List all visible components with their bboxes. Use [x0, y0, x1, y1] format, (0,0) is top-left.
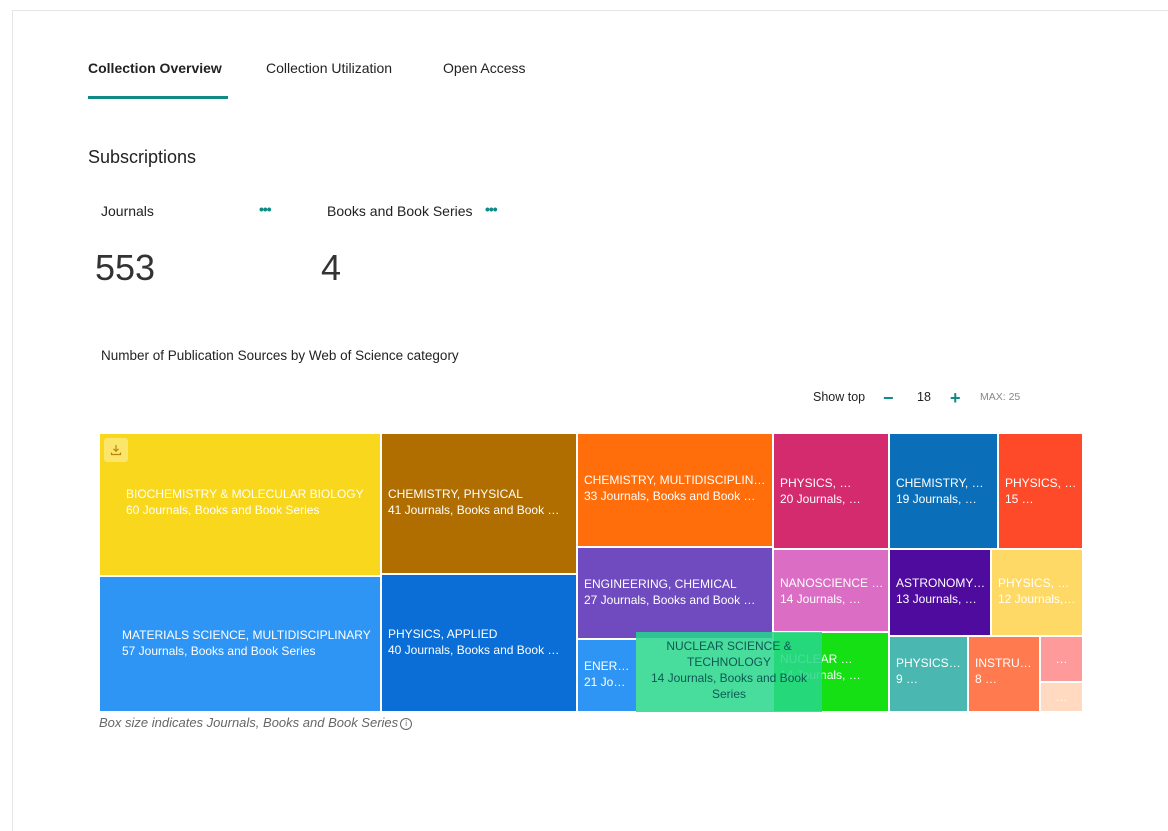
tile-count: 20 Journals, …	[780, 492, 861, 506]
active-tab-indicator	[88, 96, 228, 99]
treemap-tile[interactable]: PHYSICS, … 15 …	[998, 433, 1083, 549]
tile-count: 15 …	[1005, 492, 1034, 506]
treemap-tile[interactable]: ENERGY & FUELS 21 Journals, Books and Boo…	[577, 639, 637, 712]
tooltip-line: 14 Journals, Books and Book	[650, 671, 808, 685]
tile-count: 13 Journals, …	[896, 592, 977, 606]
books-label: Books and Book Series	[327, 203, 473, 219]
tile-name: PHYSICS, …	[998, 576, 1070, 590]
tile-count: 9 …	[896, 672, 919, 686]
books-count: 4	[321, 247, 342, 288]
tile-name: …	[1055, 652, 1068, 666]
tooltip-line: TECHNOLOGY	[686, 655, 771, 669]
tile-name: …	[1055, 690, 1068, 704]
treemap-tile[interactable]: CHEMISTRY, MULTIDISCIPLINARY 33 Journals,…	[577, 433, 773, 547]
subscriptions-title: Subscriptions	[88, 147, 197, 167]
info-icon[interactable]: i	[400, 718, 413, 730]
tab-collection-overview[interactable]: Collection Overview	[88, 59, 222, 77]
tile-name: PHYSICS,…	[896, 656, 963, 670]
treemap-tile[interactable]: PHYSICS,… 9 …	[889, 636, 968, 712]
treemap-tile[interactable]: BIOCHEMISTRY & MOLECULAR BIOLOGY 60 Journ…	[99, 433, 381, 576]
tab-open-access[interactable]: Open Access	[443, 59, 526, 77]
tile-name: CHEMISTRY, …	[896, 476, 984, 490]
dashboard-card: Collection Overview Collection Utilizati…	[12, 10, 1168, 831]
tile-name: ASTRONOMY …	[896, 576, 986, 590]
tile-name: PHYSICS, APPLIED	[388, 627, 498, 641]
journals-count: 553	[95, 247, 156, 288]
tile-name: NANOSCIENCE …	[780, 576, 884, 590]
tile-count: 14 Journals, …	[780, 592, 861, 606]
caption-text: Box size indicates Journals, Books and B…	[99, 715, 399, 730]
show-top-value: 18	[917, 390, 931, 404]
decrement-button[interactable]: −	[883, 389, 894, 407]
tile-count: 41 Journals, Books and Book …	[388, 503, 560, 517]
treemap-tile[interactable]: INSTRUM… 8 …	[968, 636, 1040, 712]
treemap-tile[interactable]: PHYSICS, APPLIED 40 Journals, Books and B…	[381, 574, 577, 712]
treemap-tile[interactable]: …	[1040, 636, 1083, 682]
treemap-tile[interactable]: MATERIALS SCIENCE, MULTIDISCIPLINARY 57 J…	[99, 576, 381, 712]
tile-count: 57 Journals, Books and Book Series	[122, 644, 316, 658]
journals-label: Journals	[101, 203, 154, 219]
tile-name: ENGINEERING, CHEMICAL	[584, 577, 737, 591]
chart-caption: Box size indicates Journals, Books and B…	[99, 715, 413, 730]
tile-count: 40 Journals, Books and Book …	[388, 643, 560, 657]
tile-name: INSTRUM…	[975, 656, 1035, 670]
chart-title: Number of Publication Sources by Web of …	[101, 348, 459, 363]
tile-name: ENERGY & FUELS	[584, 659, 632, 673]
treemap-tile[interactable]: PHYSICS, … 20 Journals, …	[773, 433, 889, 549]
treemap-tile[interactable]: CHEMISTRY, … 19 Journals, …	[889, 433, 998, 549]
tab-collection-utilization[interactable]: Collection Utilization	[266, 59, 392, 77]
download-icon[interactable]	[104, 438, 128, 462]
tooltip-line: NUCLEAR SCIENCE &	[666, 639, 792, 653]
tile-count: 8 …	[975, 672, 998, 686]
tile-name: MATERIALS SCIENCE, MULTIDISCIPLINARY	[122, 628, 371, 642]
tile-name: BIOCHEMISTRY & MOLECULAR BIOLOGY	[126, 487, 364, 501]
treemap-tile[interactable]: ENGINEERING, CHEMICAL 27 Journals, Books …	[577, 547, 773, 639]
tooltip-line: Series	[711, 687, 746, 701]
tile-name: PHYSICS, …	[780, 476, 852, 490]
tile-name: CHEMISTRY, MULTIDISCIPLINARY	[584, 473, 768, 487]
more-dots-icon[interactable]: •••	[259, 202, 272, 216]
treemap-chart: BIOCHEMISTRY & MOLECULAR BIOLOGY 60 Journ…	[99, 433, 1083, 712]
max-label: MAX: 25	[980, 391, 1021, 403]
more-dots-icon[interactable]: •••	[485, 202, 498, 216]
treemap-tile[interactable]: ASTRONOMY … 13 Journals, …	[889, 549, 991, 636]
hover-tooltip: NUCLEAR SCIENCE & TECHNOLOGY 14 Journals, …	[636, 632, 822, 712]
increment-button[interactable]: +	[950, 389, 961, 407]
tile-count: 33 Journals, Books and Book …	[584, 489, 756, 503]
treemap-tile[interactable]: NANOSCIENCE … 14 Journals, …	[773, 549, 889, 632]
tile-count: 21 Journals, Books and Book Series	[584, 675, 632, 689]
tile-count: 60 Journals, Books and Book Series	[126, 503, 320, 517]
treemap-tile[interactable]: …	[1040, 682, 1083, 712]
treemap-tile[interactable]: CHEMISTRY, PHYSICAL 41 Journals, Books an…	[381, 433, 577, 574]
show-top-label: Show top	[813, 390, 866, 404]
tile-count: 12 Journals,…	[998, 592, 1076, 606]
treemap-tile[interactable]: PHYSICS, … 12 Journals,…	[991, 549, 1083, 636]
tile-name: CHEMISTRY, PHYSICAL	[388, 487, 523, 501]
tile-count: 27 Journals, Books and Book …	[584, 593, 756, 607]
tile-count: 19 Journals, …	[896, 492, 977, 506]
tile-name: PHYSICS, …	[1005, 476, 1077, 490]
